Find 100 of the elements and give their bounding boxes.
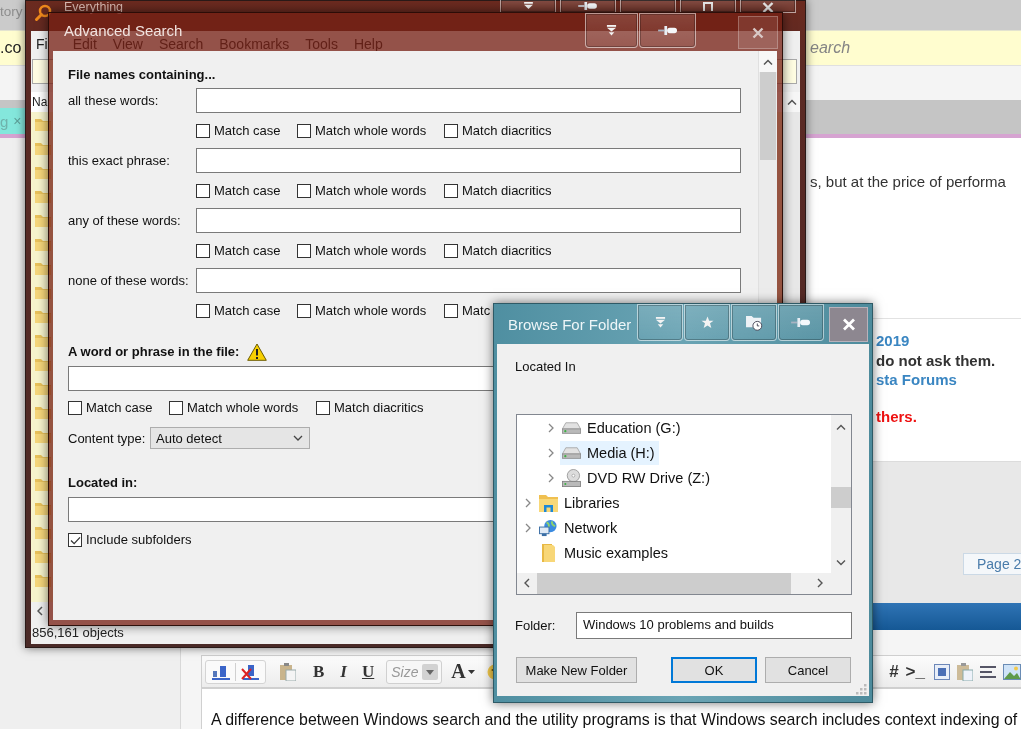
maximize-icon [703,2,713,11]
dialog-title: Browse For Folder [508,315,632,333]
checkbox-label: Match diacritics [462,184,552,198]
tree-item[interactable]: Music examples [537,540,672,565]
dialog-button[interactable]: Make New Folder [516,657,637,683]
tab-title: tory [0,3,23,21]
underline-button[interactable]: U [361,659,375,684]
checkbox[interactable] [68,401,82,415]
field-label: all these words: [68,93,159,108]
scrollbar-thumb[interactable] [831,487,851,508]
chevron-right-icon[interactable] [548,472,554,483]
chevron-up-icon[interactable] [786,99,797,105]
checkbox[interactable] [297,184,311,198]
input-field[interactable] [196,268,741,293]
bar-chart-icon[interactable] [212,663,230,680]
search-field[interactable]: earch [810,34,1021,62]
menu-item[interactable]: Fi [36,37,48,52]
checkbox[interactable] [444,304,458,318]
post-link[interactable]: sta Forums [876,370,957,390]
chevron-right-icon[interactable] [817,578,823,588]
text-box-icon[interactable] [934,663,950,680]
code-button[interactable]: >_ [905,659,925,684]
section-heading: Located in: [68,474,138,491]
dialog-button[interactable]: Cancel [765,657,851,683]
checkbox[interactable] [444,124,458,138]
scrollbar-thumb[interactable] [760,72,776,160]
align-left-icon[interactable] [980,665,996,678]
input-field[interactable]: Windows 10 problems and builds [576,612,852,639]
title-bar-button[interactable] [639,13,696,48]
italic-button[interactable]: I [340,659,347,684]
input-field[interactable] [196,88,741,113]
checkbox[interactable] [444,244,458,258]
chevron-up-icon[interactable] [836,424,846,430]
post-link[interactable]: 2019 [876,331,910,351]
resize-grip-icon[interactable] [856,684,867,695]
chevron-right-icon[interactable] [548,447,554,458]
hashtag-button[interactable]: # [889,659,899,684]
crossed-out-icon[interactable] [241,663,259,680]
drive-icon [562,446,581,459]
clipboard-icon[interactable] [957,662,973,681]
tree-item[interactable]: Network [537,515,622,540]
field-label: none of these words: [68,273,189,288]
checkbox[interactable] [297,244,311,258]
checkbox-label: Match whole words [187,401,299,415]
dialog-title: Advanced Search [64,24,183,38]
down-arrows-icon [654,317,666,328]
chevron-up-icon[interactable] [763,58,773,65]
dialog-label: Located In [515,358,576,375]
chevron-right-icon[interactable] [525,497,531,508]
checkbox[interactable] [444,184,458,198]
scrollbar-thumb[interactable] [537,573,791,594]
checkbox-label: Match whole words [315,124,427,138]
pin-icon [578,2,598,10]
dialog-button[interactable]: OK [671,657,757,683]
chevron-right-icon[interactable] [548,422,554,433]
checkbox-label: Matc [462,304,491,318]
chevron-left-icon[interactable] [524,578,530,588]
disc-drive-icon [562,468,581,487]
pin-icon [657,26,678,35]
post-text: thers. [876,406,917,426]
checkbox[interactable] [297,124,311,138]
editor-text: A difference between Windows search and the utility programs is that Windows search includes context indexing of [211,711,1018,728]
down-arrows-icon [522,2,534,9]
input-field[interactable] [196,148,741,173]
chevron-left-icon[interactable] [37,606,43,616]
minimize-button[interactable] [620,0,676,13]
chevron-down-icon[interactable] [836,560,846,566]
checkbox-label: Match diacritics [334,401,424,415]
folder-icon [539,543,558,562]
section-heading: File names containing... [68,66,216,83]
scrollbar[interactable] [517,573,851,594]
checkbox[interactable] [196,244,210,258]
checkbox[interactable] [196,124,210,138]
clipboard-icon[interactable] [280,662,296,681]
tree-item[interactable]: Libraries [537,490,624,515]
tree-item[interactable]: Education (G:) [560,415,685,440]
checkbox[interactable] [196,304,210,318]
drive-icon [562,421,581,434]
checkbox[interactable] [297,304,311,318]
chevron-right-icon[interactable] [525,522,531,533]
checkbox-label: Match diacritics [462,124,552,138]
checkbox-label: Match whole words [315,184,427,198]
tree-item[interactable]: Media (H:) [560,440,659,465]
checkbox[interactable] [169,401,183,415]
tree-item[interactable]: DVD RW Drive (Z:) [560,465,714,490]
checkbox[interactable] [316,401,330,415]
image-icon[interactable] [1003,663,1021,680]
font-color-button[interactable]: A [451,659,475,684]
checkbox[interactable] [196,184,210,198]
input-field[interactable] [196,208,741,233]
network-icon [539,518,558,537]
scrollbar[interactable] [758,51,777,303]
bold-button[interactable]: B [313,659,325,684]
field-label: Content type: [68,430,147,446]
scrollbar[interactable] [831,415,851,573]
title-bar-button[interactable] [585,13,638,48]
page-button[interactable]: Page 2 [963,553,1021,575]
content-type-dropdown[interactable]: Auto detect [150,427,310,449]
window-title: Everything [64,1,124,14]
checkbox[interactable] [68,533,82,547]
